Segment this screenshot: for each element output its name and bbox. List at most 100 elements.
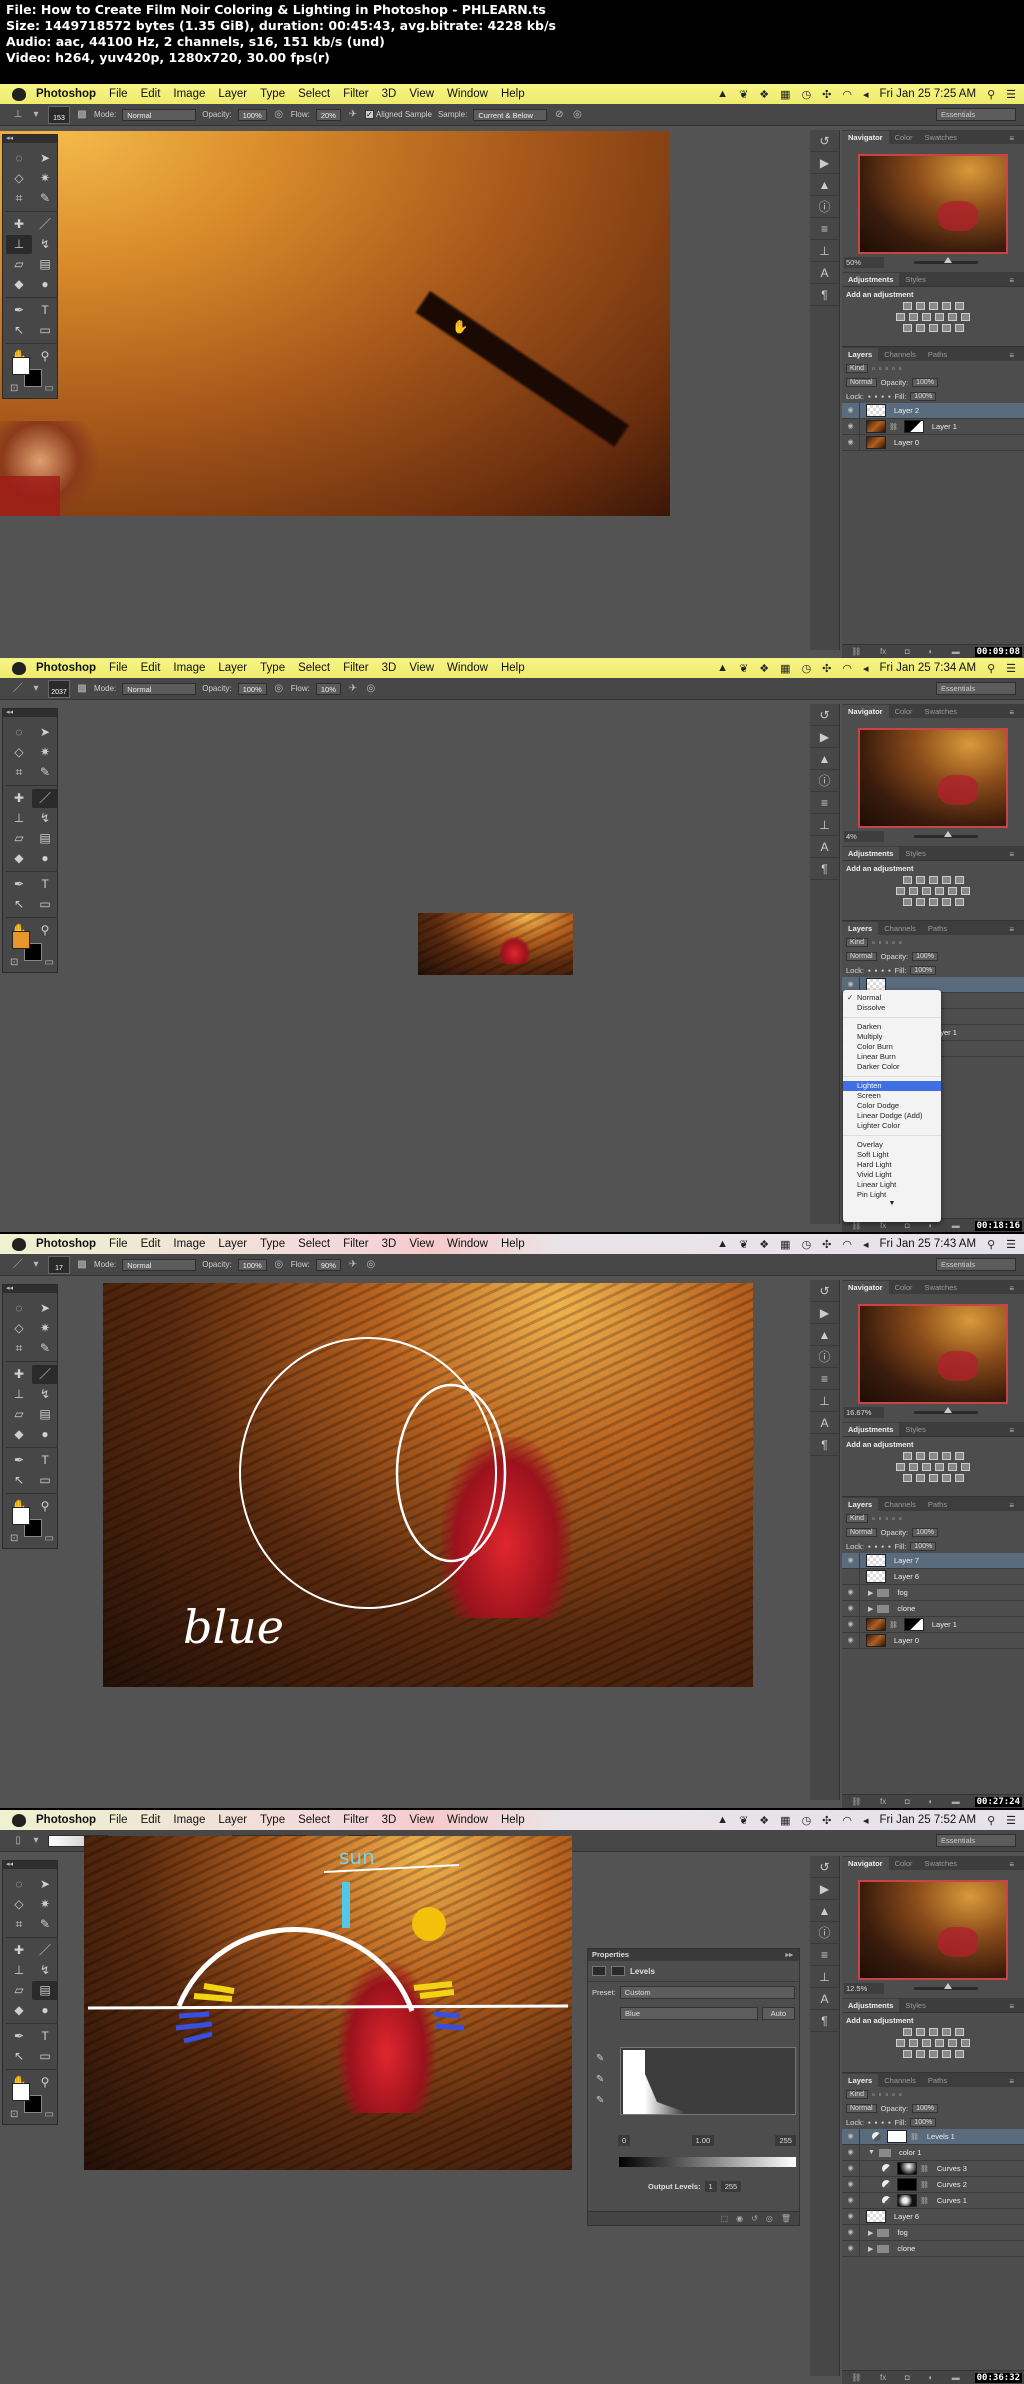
adjustment-icon[interactable]: [941, 302, 951, 310]
layer-row[interactable]: ◉ Layer 2: [842, 403, 1024, 419]
layer-name[interactable]: Curves 3: [937, 2164, 967, 2173]
adjustment-icon[interactable]: [948, 887, 957, 895]
adjustment-icon[interactable]: [928, 898, 938, 906]
expand-arrow-icon[interactable]: ▶: [868, 1605, 873, 1613]
blend-option-linear-dodge-add-[interactable]: Linear Dodge (Add): [843, 1111, 941, 1121]
lock-pixels-icon[interactable]: ▪: [875, 1542, 878, 1551]
tab-swatches[interactable]: Swatches: [919, 1857, 964, 1870]
tab-channels[interactable]: Channels: [878, 2074, 922, 2087]
fill-field[interactable]: 100%: [910, 2117, 937, 2127]
layer-name[interactable]: Layer 1: [932, 1620, 957, 1629]
foreground-color-swatch[interactable]: [12, 2083, 30, 2101]
volume-icon[interactable]: ◂: [863, 1238, 869, 1251]
bluetooth-icon[interactable]: ✣: [822, 1238, 831, 1251]
paragraph-icon[interactable]: ¶: [810, 2010, 839, 2032]
adjustment-icon[interactable]: [902, 2028, 912, 2036]
current-tool-icon[interactable]: ／: [12, 1259, 24, 1271]
blend-mode-select[interactable]: Normal: [846, 951, 877, 961]
magic-wand-icon[interactable]: ✷: [32, 169, 58, 188]
adjustment-icon[interactable]: [896, 887, 905, 895]
layer-row[interactable]: ◉ ▶ fog: [842, 2225, 1024, 2241]
quick-mask-icon[interactable]: ⊡: [10, 383, 18, 394]
dodge-icon[interactable]: ●: [32, 2001, 58, 2020]
tab-paths[interactable]: Paths: [922, 1498, 953, 1511]
move-icon[interactable]: ➤: [32, 1875, 58, 1894]
blend-option-color-dodge[interactable]: Color Dodge: [843, 1101, 941, 1111]
menu-item-filter[interactable]: Filter: [343, 1238, 369, 1250]
new-group-icon[interactable]: ▬: [952, 1221, 960, 1230]
navigator-zoom-slider[interactable]: [914, 1983, 978, 1990]
screen-mode-icon[interactable]: ▭: [45, 383, 54, 394]
visibility-eye-icon[interactable]: ◉: [842, 2145, 860, 2160]
eyedropper-icon[interactable]: ✎: [32, 763, 58, 782]
adjustment-icon[interactable]: [954, 2050, 964, 2058]
tab-adjustments[interactable]: Adjustments: [842, 1423, 900, 1436]
blur-icon[interactable]: ◆: [6, 1425, 32, 1444]
brush-size-picker[interactable]: 153: [48, 105, 70, 124]
volume-icon[interactable]: ◂: [863, 88, 869, 101]
notification-list-icon[interactable]: ☰: [1006, 1238, 1016, 1251]
menu-item-image[interactable]: Image: [173, 88, 205, 100]
adjustment-icon[interactable]: [928, 1474, 938, 1482]
current-tool-icon[interactable]: ／: [12, 683, 24, 695]
flow-field[interactable]: 90%: [315, 1258, 341, 1271]
blur-icon[interactable]: ◆: [6, 275, 32, 294]
link-layers-icon[interactable]: ⛓: [851, 647, 861, 656]
bluetooth-icon[interactable]: ✣: [822, 662, 831, 675]
panel-menu-icon[interactable]: ≡: [1003, 2075, 1020, 2088]
visibility-eye-icon[interactable]: ◉: [842, 435, 860, 450]
lock-all-icon[interactable]: ▪: [888, 392, 891, 401]
tab-adjustments[interactable]: Adjustments: [842, 1999, 900, 2012]
spotlight-search-icon[interactable]: ⚲: [987, 1814, 995, 1827]
menu-item-help[interactable]: Help: [501, 1238, 525, 1250]
lock-position-icon[interactable]: ▪: [881, 966, 884, 975]
eraser-icon[interactable]: ▱: [6, 1981, 32, 2000]
visibility-eye-icon[interactable]: ◉: [842, 419, 860, 434]
tab-layers[interactable]: Layers: [842, 1498, 879, 1511]
blend-option-darken[interactable]: Darken: [843, 1022, 941, 1032]
panel-collapse-grip[interactable]: ◂◂: [3, 135, 57, 143]
link-icon[interactable]: ⛓: [889, 1621, 898, 1629]
visibility-eye-icon[interactable]: ◉: [842, 1585, 860, 1600]
blend-option-soft-light[interactable]: Soft Light: [843, 1150, 941, 1160]
layer-thumbnail[interactable]: [866, 2210, 886, 2223]
menu-item-type[interactable]: Type: [260, 662, 285, 674]
tab-adjustments[interactable]: Adjustments: [842, 847, 900, 860]
clock[interactable]: Fri Jan 25 7:43 AM: [880, 1238, 977, 1250]
filter-smart-icon[interactable]: ▫: [899, 364, 902, 373]
wifi-icon[interactable]: ◠: [842, 1238, 852, 1251]
navigator-zoom-slider[interactable]: [914, 257, 978, 264]
adjustment-icon[interactable]: [941, 1452, 951, 1460]
layer-name[interactable]: Layer 2: [894, 406, 919, 415]
healing-icon[interactable]: ✚: [6, 215, 32, 234]
character-icon[interactable]: A: [810, 836, 839, 858]
adjustment-icon[interactable]: [909, 2039, 918, 2047]
blend-option-dissolve[interactable]: Dissolve: [843, 1003, 941, 1013]
layer-row[interactable]: ◉ ▶ fog: [842, 1585, 1024, 1601]
magic-wand-icon[interactable]: ✷: [32, 1895, 58, 1914]
tab-channels[interactable]: Channels: [878, 1498, 922, 1511]
tab-paths[interactable]: Paths: [922, 2074, 953, 2087]
adjustment-icon[interactable]: [915, 1474, 925, 1482]
filter-adjustment-icon[interactable]: ▫: [879, 1514, 882, 1523]
expand-arrow-icon[interactable]: ▶: [868, 2245, 873, 2253]
brush-presets-icon[interactable]: ≡: [810, 792, 839, 814]
adjustment-icon[interactable]: [961, 313, 970, 321]
fx-icon[interactable]: fx: [880, 1797, 886, 1806]
menu-item-3d[interactable]: 3D: [382, 1238, 397, 1250]
opacity-field[interactable]: 100%: [237, 1258, 267, 1271]
navigator-thumbnail[interactable]: [858, 1880, 1008, 1980]
layer-row[interactable]: ◉ ⛓ Levels 1: [842, 2129, 1024, 2145]
adjustment-icon[interactable]: [941, 2028, 951, 2036]
delete-icon[interactable]: 🗑: [781, 2214, 791, 2223]
layer-thumbnail[interactable]: [866, 436, 886, 449]
quick-mask-icon[interactable]: ⊡: [10, 2109, 18, 2120]
tool-preset-dropdown[interactable]: ▾: [30, 109, 42, 121]
actions-icon[interactable]: ▶: [810, 726, 839, 748]
mode-select[interactable]: Normal: [122, 682, 197, 695]
history-icon[interactable]: ↺: [810, 1280, 839, 1302]
layer-thumbnail[interactable]: [866, 1570, 886, 1583]
marquee-icon[interactable]: ◌: [6, 723, 32, 742]
spotlight-search-icon[interactable]: ⚲: [987, 1238, 995, 1251]
navigator-thumbnail[interactable]: [858, 1304, 1008, 1404]
